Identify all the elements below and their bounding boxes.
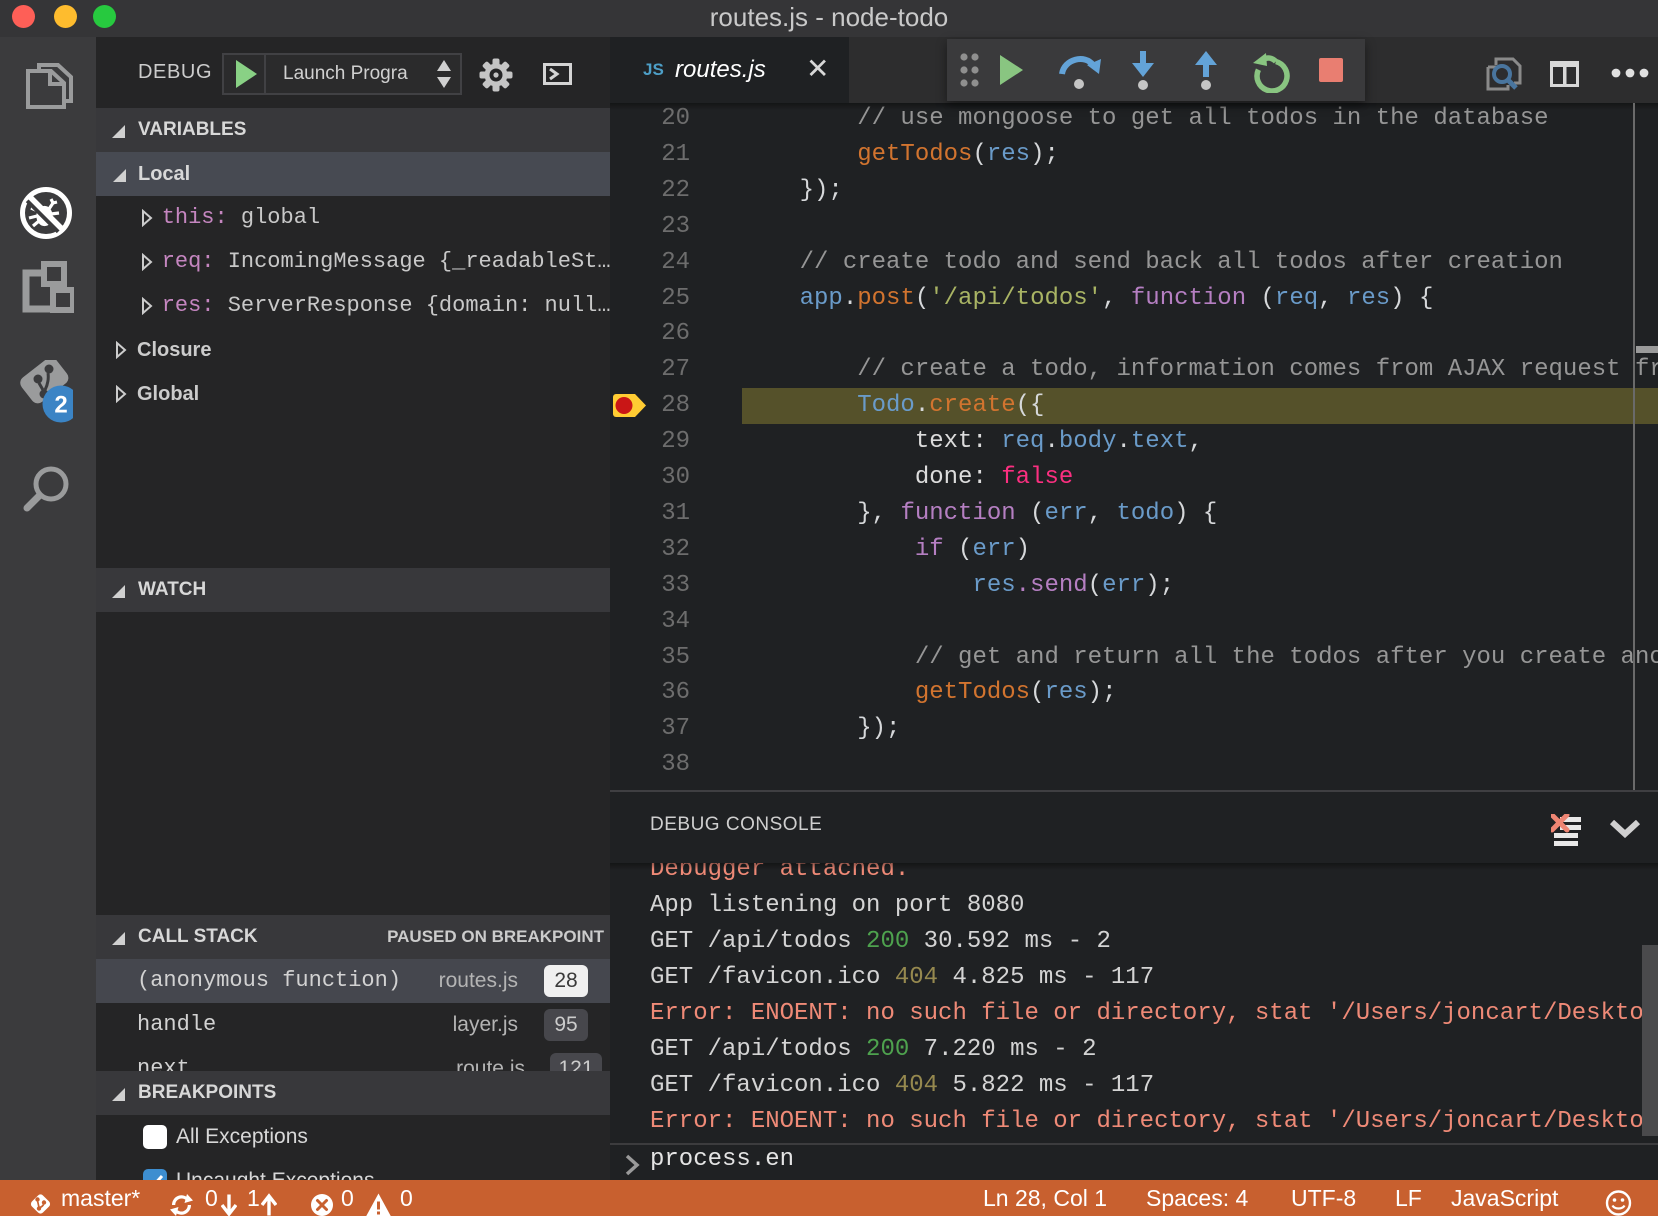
svg-text:2: 2	[54, 392, 67, 419]
